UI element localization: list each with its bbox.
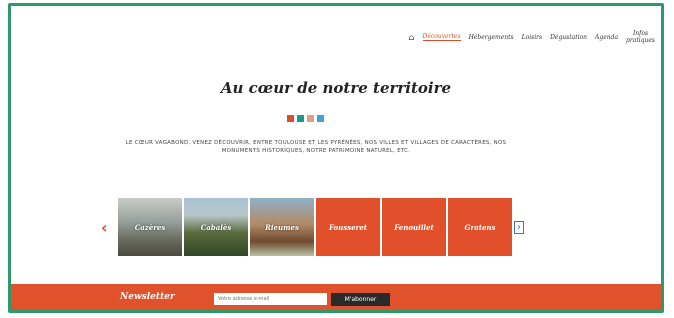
color-swatches: [287, 115, 324, 122]
carousel-tile-label: Gratens: [464, 222, 496, 232]
nav-item-decouvertes[interactable]: Découvertes: [422, 33, 461, 41]
section-title: Au cœur de notre territoire: [220, 79, 452, 97]
carousel-tile-label: Cabalès: [200, 222, 232, 232]
newsletter-label: Newsletter: [120, 292, 175, 302]
carousel-tile[interactable]: Cazères: [118, 198, 182, 256]
home-icon[interactable]: ⌂: [408, 33, 414, 42]
chevron-right-icon[interactable]: ›: [514, 221, 524, 234]
nav-item-hebergements[interactable]: Hébergements: [469, 34, 514, 41]
nav-infos-line1: Infos: [632, 30, 649, 37]
newsletter-email-input[interactable]: [214, 293, 327, 305]
swatch-beige: [307, 115, 314, 122]
nav-item-infos-pratiques[interactable]: Infos pratiques: [626, 30, 655, 44]
carousel-tile[interactable]: Fousseret: [316, 198, 380, 256]
chevron-left-icon[interactable]: ‹: [101, 218, 108, 237]
main-nav: ⌂ Découvertes Hébergements Loisirs Dégus…: [408, 26, 655, 48]
intro-text: Le cœur vagabond, venez découvrir, entre…: [125, 140, 507, 154]
swatch-orange: [287, 115, 294, 122]
carousel-tile-label: Fousseret: [328, 222, 368, 232]
swatch-blue: [317, 115, 324, 122]
subscribe-button[interactable]: M'abonner: [331, 293, 390, 306]
carousel-tile[interactable]: Rieumes: [250, 198, 314, 256]
carousel-tile[interactable]: Gratens: [448, 198, 512, 256]
carousel-tile-label: Fenouillet: [394, 222, 434, 232]
village-carousel: Cazères Cabalès Rieumes Fousseret Fenoui…: [118, 198, 512, 256]
carousel-tile-label: Rieumes: [265, 222, 299, 232]
nav-item-agenda[interactable]: Agenda: [595, 34, 618, 41]
carousel-tile-label: Cazères: [134, 222, 166, 232]
swatch-teal: [297, 115, 304, 122]
nav-item-degustation[interactable]: Dégustation: [550, 34, 587, 41]
nav-infos-line2: pratiques: [626, 37, 655, 44]
nav-item-loisirs[interactable]: Loisirs: [522, 34, 542, 41]
browser-frame: ⌂ Découvertes Hébergements Loisirs Dégus…: [8, 3, 664, 313]
carousel-tile[interactable]: Fenouillet: [382, 198, 446, 256]
carousel-tile[interactable]: Cabalès: [184, 198, 248, 256]
